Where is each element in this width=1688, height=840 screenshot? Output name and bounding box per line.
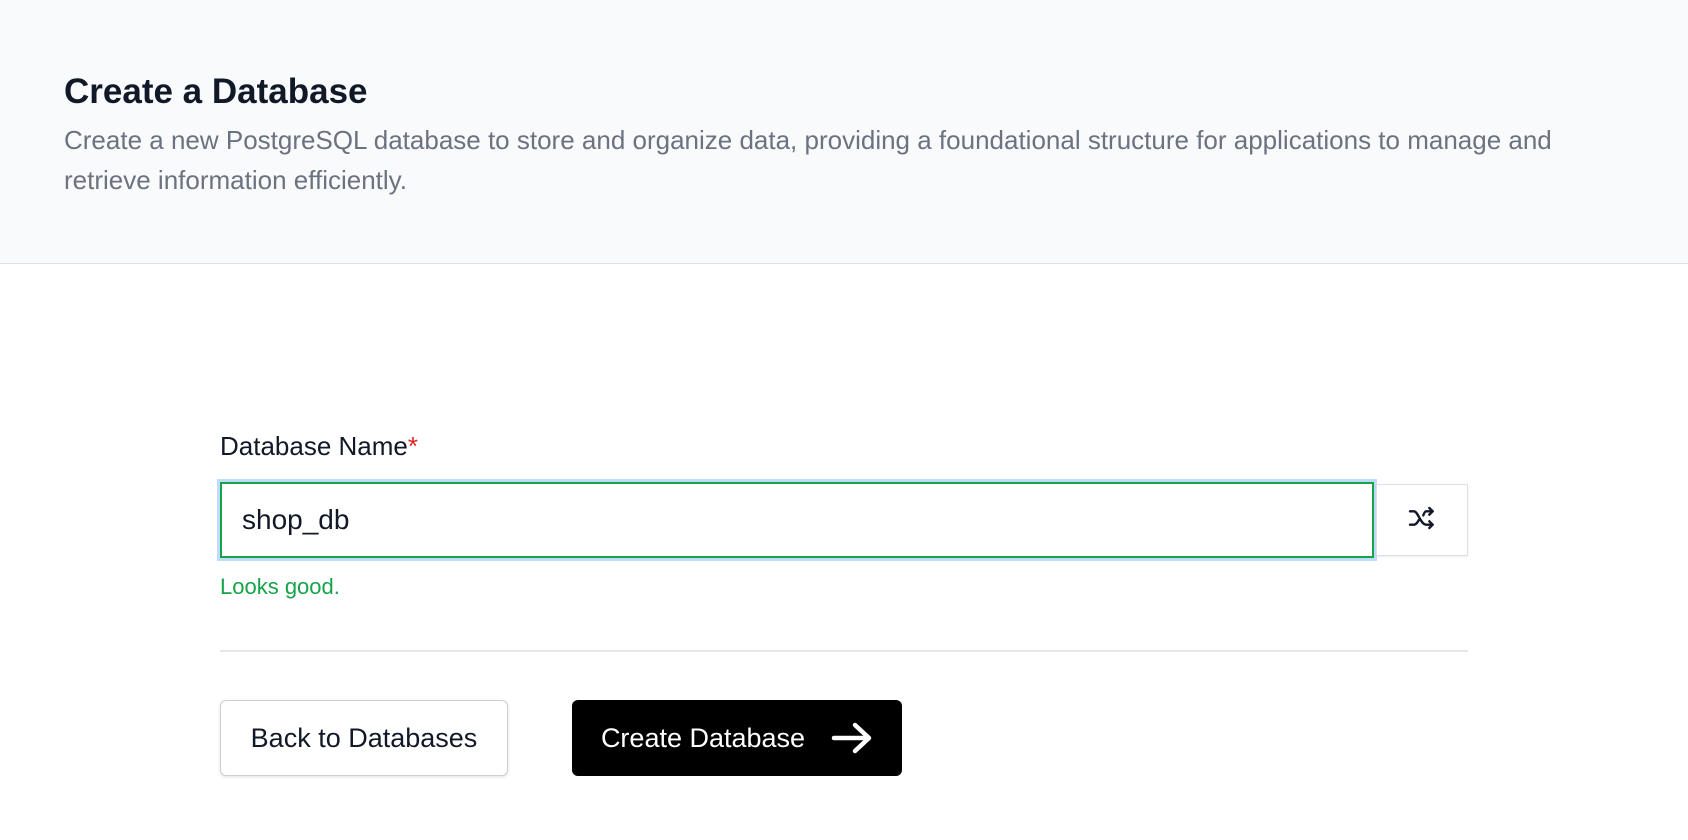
create-database-button-label: Create Database xyxy=(600,722,806,753)
page-description: Create a new PostgreSQL database to stor… xyxy=(64,125,1552,195)
create-database-button[interactable]: Create Database xyxy=(572,700,902,776)
form-divider xyxy=(220,650,1468,652)
generate-random-name-button[interactable] xyxy=(1376,484,1468,556)
page-header: Create a Database Create a new PostgreSQ… xyxy=(0,0,1688,264)
page-title: Create a Database xyxy=(64,72,368,111)
database-name-input-group xyxy=(220,482,1468,558)
required-marker: * xyxy=(407,431,419,461)
database-name-input[interactable] xyxy=(220,482,1374,558)
arrow-right-icon xyxy=(831,721,873,755)
back-to-databases-button[interactable]: Back to Databases xyxy=(220,700,508,776)
database-name-label-text: Database Name xyxy=(220,431,408,461)
validation-message: Looks good. xyxy=(220,574,340,599)
create-database-form: Database Name* Looks good. Back to Datab… xyxy=(220,428,1468,776)
database-name-label: Database Name* xyxy=(220,428,1468,464)
shuffle-icon xyxy=(1406,502,1438,539)
